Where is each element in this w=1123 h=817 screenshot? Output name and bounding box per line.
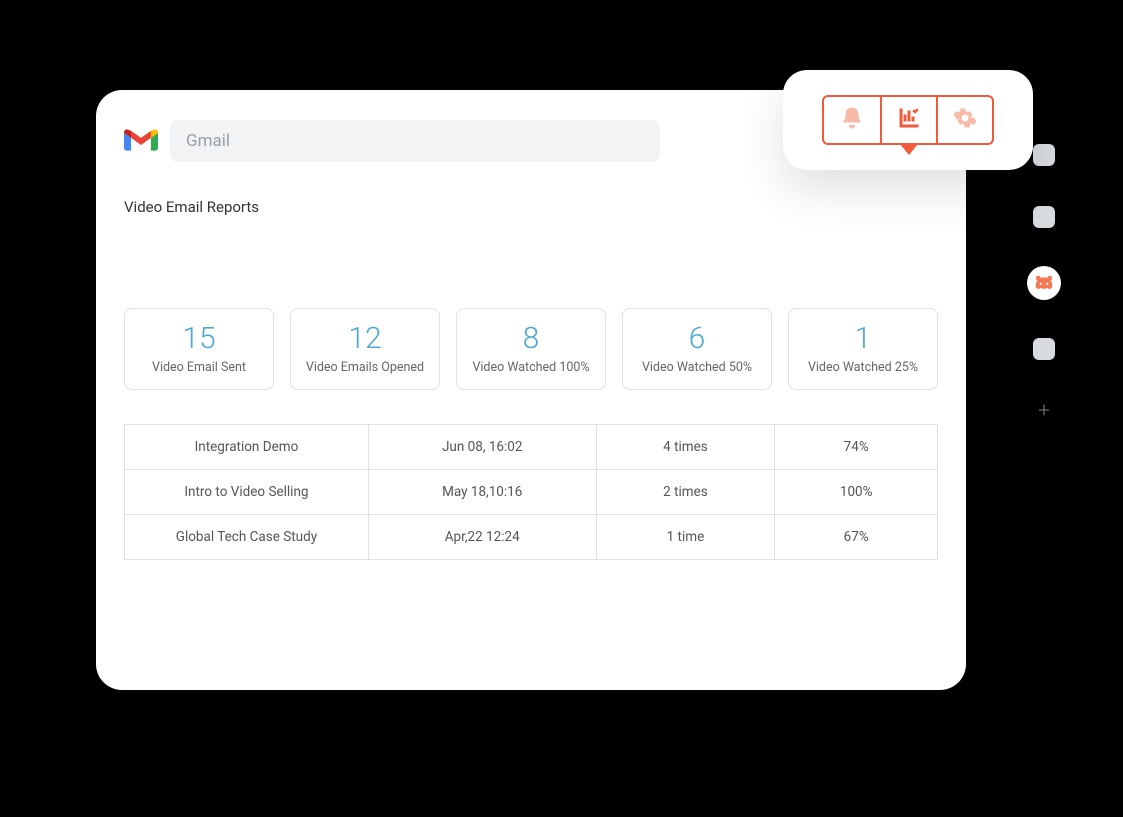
- cell-views: 2 times: [596, 470, 775, 515]
- rail-app-3[interactable]: [1033, 338, 1055, 360]
- main-panel: Gmail Video Email Reports 15 Video Email…: [96, 90, 966, 690]
- cell-title: Global Tech Case Study: [125, 515, 369, 560]
- cell-views: 4 times: [596, 425, 775, 470]
- settings-button[interactable]: [936, 97, 992, 143]
- notifications-button[interactable]: [824, 97, 880, 143]
- stat-value: 1: [797, 321, 929, 356]
- caret-down-icon: [900, 144, 918, 155]
- toolbar-segment: [822, 95, 994, 145]
- table-row[interactable]: Integration Demo Jun 08, 16:02 4 times 7…: [125, 425, 938, 470]
- cell-date: Jun 08, 16:02: [368, 425, 596, 470]
- cell-pct: 67%: [775, 515, 938, 560]
- cell-date: May 18,10:16: [368, 470, 596, 515]
- table-row[interactable]: Global Tech Case Study Apr,22 12:24 1 ti…: [125, 515, 938, 560]
- page-title: Video Email Reports: [124, 198, 938, 216]
- cell-views: 1 time: [596, 515, 775, 560]
- gmail-logo-icon: [124, 128, 158, 154]
- cell-pct: 100%: [775, 470, 938, 515]
- right-rail: +: [1029, 144, 1059, 420]
- stat-label: Video Email Sent: [133, 360, 265, 375]
- stat-card-watched-100: 8 Video Watched 100%: [456, 308, 606, 390]
- stat-value: 6: [631, 321, 763, 356]
- stat-value: 8: [465, 321, 597, 356]
- stat-value: 12: [299, 321, 431, 356]
- stat-card-opened: 12 Video Emails Opened: [290, 308, 440, 390]
- reports-table: Integration Demo Jun 08, 16:02 4 times 7…: [124, 424, 938, 560]
- search-input[interactable]: Gmail: [170, 120, 660, 162]
- rail-app-2[interactable]: [1033, 206, 1055, 228]
- stat-card-sent: 15 Video Email Sent: [124, 308, 274, 390]
- table-row[interactable]: Intro to Video Selling May 18,10:16 2 ti…: [125, 470, 938, 515]
- stat-value: 15: [133, 321, 265, 356]
- stats-row: 15 Video Email Sent 12 Video Emails Open…: [124, 308, 938, 390]
- rail-add-button[interactable]: +: [1038, 400, 1049, 420]
- stat-label: Video Watched 50%: [631, 360, 763, 375]
- stat-card-watched-25: 1 Video Watched 25%: [788, 308, 938, 390]
- rail-app-1[interactable]: [1033, 144, 1055, 166]
- stat-label: Video Emails Opened: [299, 360, 431, 375]
- search-placeholder: Gmail: [186, 131, 230, 151]
- stat-label: Video Watched 25%: [797, 360, 929, 375]
- bell-icon: [840, 106, 864, 134]
- stat-label: Video Watched 100%: [465, 360, 597, 375]
- cell-pct: 74%: [775, 425, 938, 470]
- analytics-button[interactable]: [880, 97, 936, 143]
- toolbar-popover: [783, 70, 1033, 170]
- cell-title: Integration Demo: [125, 425, 369, 470]
- cell-title: Intro to Video Selling: [125, 470, 369, 515]
- chart-icon: [897, 106, 921, 134]
- rail-app-hippo[interactable]: [1029, 268, 1059, 298]
- gear-icon: [953, 106, 977, 134]
- cell-date: Apr,22 12:24: [368, 515, 596, 560]
- stat-card-watched-50: 6 Video Watched 50%: [622, 308, 772, 390]
